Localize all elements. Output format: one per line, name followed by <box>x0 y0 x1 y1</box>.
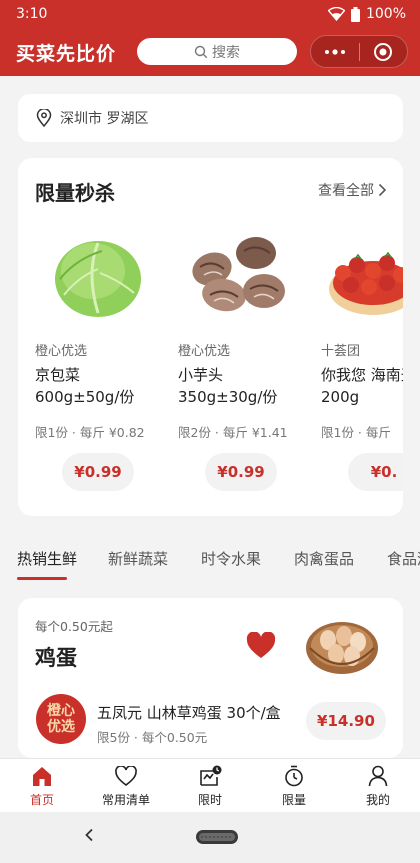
featured-item-name: 五凤元 山林草鸡蛋 30个/盒 <box>97 704 281 722</box>
featured-title: 鸡蛋 <box>35 646 77 670</box>
product-limit: 限1份 · 每斤 ¥0.82 <box>35 425 145 440</box>
alarm-clock-icon <box>200 765 222 786</box>
flash-sale-title: 限量秒杀 <box>35 181 115 205</box>
product-card[interactable]: 十荟团 你我您 海南圣女果 200g 限1份 · 每斤 ¥0. <box>321 226 403 506</box>
status-bar: 3:10 100% <box>0 0 420 28</box>
view-all-label: 查看全部 <box>318 183 374 199</box>
heart-icon <box>115 766 137 786</box>
flash-sale-section: 限量秒杀 查看全部 橙心优选 京包菜 600g±50g/份 限1份 · 每斤 ¥… <box>18 158 403 516</box>
nav-bar: 买菜先比价 搜索 <box>0 28 420 76</box>
cherry-tomatoes-image <box>321 226 403 324</box>
featured-subtitle: 每个0.50元起 <box>35 619 113 634</box>
status-icons: 100% <box>327 6 406 22</box>
home-pill-icon[interactable] <box>195 829 239 845</box>
product-price-button[interactable]: ¥0.99 <box>62 453 134 491</box>
tabbar-label: 限时 <box>197 793 222 807</box>
search-icon <box>194 45 208 58</box>
target-close-icon <box>374 42 393 61</box>
flash-sale-product-list: 橙心优选 京包菜 600g±50g/份 限1份 · 每斤 ¥0.82 ¥0.99… <box>35 226 403 506</box>
featured-price-button[interactable]: ¥14.90 <box>306 702 386 740</box>
battery-icon <box>350 6 360 22</box>
tab-food-drinks[interactable]: 食品酒水 <box>387 548 420 569</box>
back-button[interactable] <box>84 826 94 847</box>
heart-icon[interactable] <box>246 632 276 659</box>
tabbar-profile[interactable]: 我的 <box>336 763 420 811</box>
home-icon <box>33 767 51 786</box>
featured-product-card[interactable]: 每个0.50元起 鸡蛋 橙心优选 五凤元 山林草鸡蛋 30个/盒 限5份 · 每… <box>18 598 403 758</box>
product-name: 小芋头 350g±30g/份 <box>178 366 278 406</box>
product-brand: 十荟团 <box>321 344 361 359</box>
tab-hot-fresh[interactable]: 热销生鲜 <box>17 548 77 569</box>
tabbar-label: 首页 <box>29 793 54 807</box>
tabbar-limited-quantity[interactable]: 限量 <box>252 763 336 811</box>
product-price-button[interactable]: ¥0. <box>348 453 403 491</box>
tabbar-favorites[interactable]: 常用清单 <box>84 763 168 811</box>
battery-level: 100% <box>365 6 406 22</box>
tabbar-home[interactable]: 首页 <box>0 763 84 811</box>
tab-seasonal-fruit[interactable]: 时令水果 <box>201 548 261 569</box>
location-pin-icon <box>36 109 52 127</box>
more-dots-icon <box>324 48 345 55</box>
brand-badge-text: 橙心优选 <box>47 703 75 735</box>
product-limit: 限2份 · 每斤 ¥1.41 <box>178 425 288 440</box>
product-price-button[interactable]: ¥0.99 <box>205 453 277 491</box>
product-name: 京包菜 600g±50g/份 <box>35 366 135 406</box>
close-miniprogram-button[interactable] <box>359 36 407 67</box>
wifi-icon <box>327 7 345 21</box>
more-button[interactable] <box>311 36 359 67</box>
product-limit: 限1份 · 每斤 <box>321 425 391 440</box>
search-placeholder: 搜索 <box>212 44 240 61</box>
tabbar-label: 我的 <box>365 793 390 807</box>
search-box[interactable]: 搜索 <box>137 38 297 65</box>
tab-meat-poultry-eggs[interactable]: 肉禽蛋品 <box>294 548 354 569</box>
status-time: 3:10 <box>16 6 48 22</box>
person-icon <box>368 765 388 787</box>
view-all-link[interactable]: 查看全部 <box>318 180 387 200</box>
back-chevron-icon <box>85 828 93 842</box>
cabbage-image <box>35 226 160 324</box>
taro-image <box>178 226 303 324</box>
chevron-right-icon <box>378 183 387 197</box>
product-brand: 橙心优选 <box>35 344 88 359</box>
product-name: 你我您 海南圣女果 200g <box>321 366 403 406</box>
category-tabs: 热销生鲜 新鲜蔬菜 时令水果 肉禽蛋品 食品酒水 <box>0 540 420 580</box>
app-title: 买菜先比价 <box>16 42 117 65</box>
product-brand: 橙心优选 <box>178 344 231 359</box>
egg-basket-image <box>306 622 378 674</box>
tabbar-label: 常用清单 <box>101 793 150 807</box>
location-selector[interactable]: 深圳市 罗湖区 <box>18 94 403 142</box>
featured-item-limit: 限5份 · 每个0.50元 <box>97 730 208 745</box>
brand-badge: 橙心优选 <box>36 694 86 744</box>
miniprogram-capsule <box>310 35 408 68</box>
tab-fresh-vegetables[interactable]: 新鲜蔬菜 <box>108 548 168 569</box>
stopwatch-icon <box>285 765 303 787</box>
tabbar-limited-time[interactable]: 限时 <box>168 763 252 811</box>
bottom-tab-bar: 首页 常用清单 限时 限量 我的 <box>0 758 420 812</box>
product-card[interactable]: 橙心优选 京包菜 600g±50g/份 限1份 · 每斤 ¥0.82 ¥0.99 <box>35 226 160 506</box>
active-tab-indicator <box>17 577 67 580</box>
product-card[interactable]: 橙心优选 小芋头 350g±30g/份 限2份 · 每斤 ¥1.41 ¥0.99 <box>178 226 303 506</box>
location-text: 深圳市 罗湖区 <box>60 111 149 127</box>
tabbar-label: 限量 <box>281 793 306 807</box>
